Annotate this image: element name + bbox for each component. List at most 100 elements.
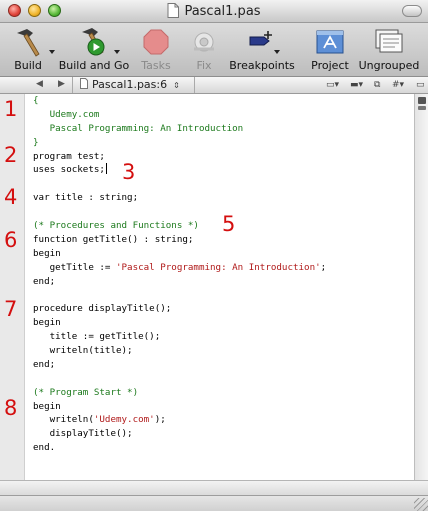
code-token: function getTitle() : string;: [33, 233, 194, 245]
ungrouped-button[interactable]: Ungrouped: [356, 26, 422, 72]
code-text-area[interactable]: { Udemy.com Pascal Programming: An Intro…: [25, 94, 414, 480]
back-arrow-icon[interactable]: ◀: [34, 79, 45, 90]
code-line[interactable]: Pascal Programming: An Introduction: [33, 122, 326, 136]
includes-popup-icon[interactable]: #▾: [392, 79, 404, 91]
file-history-label: Pascal1.pas:6: [92, 78, 168, 91]
document-icon: [167, 3, 180, 22]
comment-token: Pascal Programming: An Introduction: [33, 122, 244, 134]
code-line[interactable]: getTitle := 'Pascal Programming: An Intr…: [33, 261, 327, 275]
comment-token: }: [33, 136, 39, 148]
nav-divider: [72, 77, 73, 93]
tasks-label: Tasks: [141, 59, 171, 72]
code-line[interactable]: program test;: [33, 150, 326, 164]
window-title: Pascal1.pas: [184, 4, 261, 19]
code-line[interactable]: [33, 177, 326, 191]
counterpart-icon[interactable]: ⧉: [374, 79, 380, 91]
source-code[interactable]: { Udemy.com Pascal Programming: An Intro…: [33, 94, 326, 455]
code-line[interactable]: [33, 205, 326, 219]
code-line[interactable]: writeln('Udemy.com');: [33, 413, 326, 427]
editor-pane: { Udemy.com Pascal Programming: An Intro…: [0, 94, 428, 496]
build-menu-arrow-icon: [49, 50, 55, 54]
comment-token: {: [33, 95, 39, 106]
ungrouped-icon: [356, 26, 422, 58]
bookmarks-popup-icon[interactable]: ▬▾: [350, 79, 363, 91]
code-token: );: [154, 414, 166, 426]
project-label: Project: [311, 59, 349, 72]
code-token: begin: [33, 400, 61, 412]
code-line[interactable]: [33, 372, 326, 386]
comment-token: (* Procedures and Functions *): [33, 220, 199, 232]
hammer-play-icon: [58, 26, 130, 58]
popup-arrows-icon: ⇕: [173, 81, 180, 90]
build-and-go-label: Build and Go: [58, 59, 130, 72]
fix-label: Fix: [196, 59, 212, 72]
code-line[interactable]: end;: [33, 275, 326, 289]
code-line[interactable]: end;: [33, 358, 326, 372]
build-and-go-menu-arrow-icon: [114, 50, 120, 54]
scroll-thumb[interactable]: [418, 106, 426, 110]
nav-divider-2: [194, 77, 195, 93]
code-token: title := getTitle();: [33, 331, 161, 343]
annotation-6: 6: [4, 228, 18, 252]
split-handle-icon[interactable]: [418, 97, 426, 104]
bandage-icon: [186, 26, 222, 58]
code-token: procedure displayTitle();: [33, 303, 172, 315]
annotation-7: 7: [4, 297, 18, 321]
build-button[interactable]: Build: [8, 26, 55, 72]
code-line[interactable]: begin: [33, 247, 326, 261]
toolbar: Build Build and Go Tasks Fix Breakpoints…: [0, 23, 428, 77]
code-line[interactable]: {: [33, 94, 326, 108]
forward-arrow-icon[interactable]: ▶: [56, 79, 67, 90]
toolbar-toggle-button[interactable]: [402, 5, 422, 17]
code-line[interactable]: writeln(title);: [33, 344, 326, 358]
breakpoints-menu-arrow-icon: [274, 50, 280, 54]
hammer-icon: [8, 26, 55, 58]
code-token: program test;: [33, 150, 105, 162]
title-bar[interactable]: Pascal1.pas: [0, 0, 428, 23]
code-line[interactable]: }: [33, 136, 326, 150]
comment-token: (* Program Start *): [33, 386, 139, 398]
code-token: writeln(title);: [33, 345, 133, 357]
resize-grip-icon[interactable]: [414, 498, 428, 511]
split-view-icon[interactable]: ▭: [416, 79, 425, 91]
code-line[interactable]: title := getTitle();: [33, 330, 326, 344]
annotation-4: 4: [4, 185, 18, 209]
xcode-editor-window: Pascal1.pas Build Build and Go Tasks Fix…: [0, 0, 428, 511]
tasks-button[interactable]: Tasks: [138, 26, 174, 72]
text-caret: [105, 163, 107, 175]
code-token: begin: [33, 247, 61, 259]
code-line[interactable]: (* Program Start *): [33, 386, 326, 400]
vertical-scrollbar[interactable]: [414, 94, 428, 480]
annotation-2: 2: [4, 143, 18, 167]
code-line[interactable]: procedure displayTitle();: [33, 302, 326, 316]
code-token: end.: [33, 442, 56, 454]
breakpoints-button[interactable]: Breakpoints: [228, 26, 296, 72]
comment-token: Udemy.com: [33, 108, 100, 120]
code-line[interactable]: (* Procedures and Functions *): [33, 219, 326, 233]
code-line[interactable]: [33, 288, 326, 302]
fix-button[interactable]: Fix: [186, 26, 222, 72]
window-title-wrap: Pascal1.pas: [0, 3, 428, 22]
project-button[interactable]: Project: [310, 26, 350, 72]
code-token: displayTitle();: [33, 428, 133, 440]
ungrouped-label: Ungrouped: [358, 59, 420, 72]
code-line[interactable]: displayTitle();: [33, 427, 326, 441]
code-line[interactable]: Udemy.com: [33, 108, 326, 122]
file-icon: [80, 78, 88, 89]
file-history-popup[interactable]: Pascal1.pas:6 ⇕: [80, 78, 180, 92]
status-bar: [0, 495, 428, 511]
code-line[interactable]: begin: [33, 316, 326, 330]
code-line[interactable]: function getTitle() : string;: [33, 233, 326, 247]
functions-popup-icon[interactable]: ▭▾: [326, 79, 339, 91]
code-line[interactable]: end.: [33, 441, 326, 455]
code-token: writeln(: [33, 414, 94, 426]
string-token: 'Udemy.com': [93, 414, 155, 426]
code-line[interactable]: begin: [33, 400, 326, 414]
code-line[interactable]: var title : string;: [33, 191, 326, 205]
code-line[interactable]: uses sockets;: [33, 163, 326, 177]
build-and-go-button[interactable]: Build and Go: [58, 26, 130, 72]
string-token: 'Pascal Programming: An Introduction': [115, 261, 321, 273]
horizontal-scrollbar[interactable]: [0, 480, 428, 496]
annotation-5: 5: [222, 212, 236, 236]
annotation-1: 1: [4, 97, 18, 121]
